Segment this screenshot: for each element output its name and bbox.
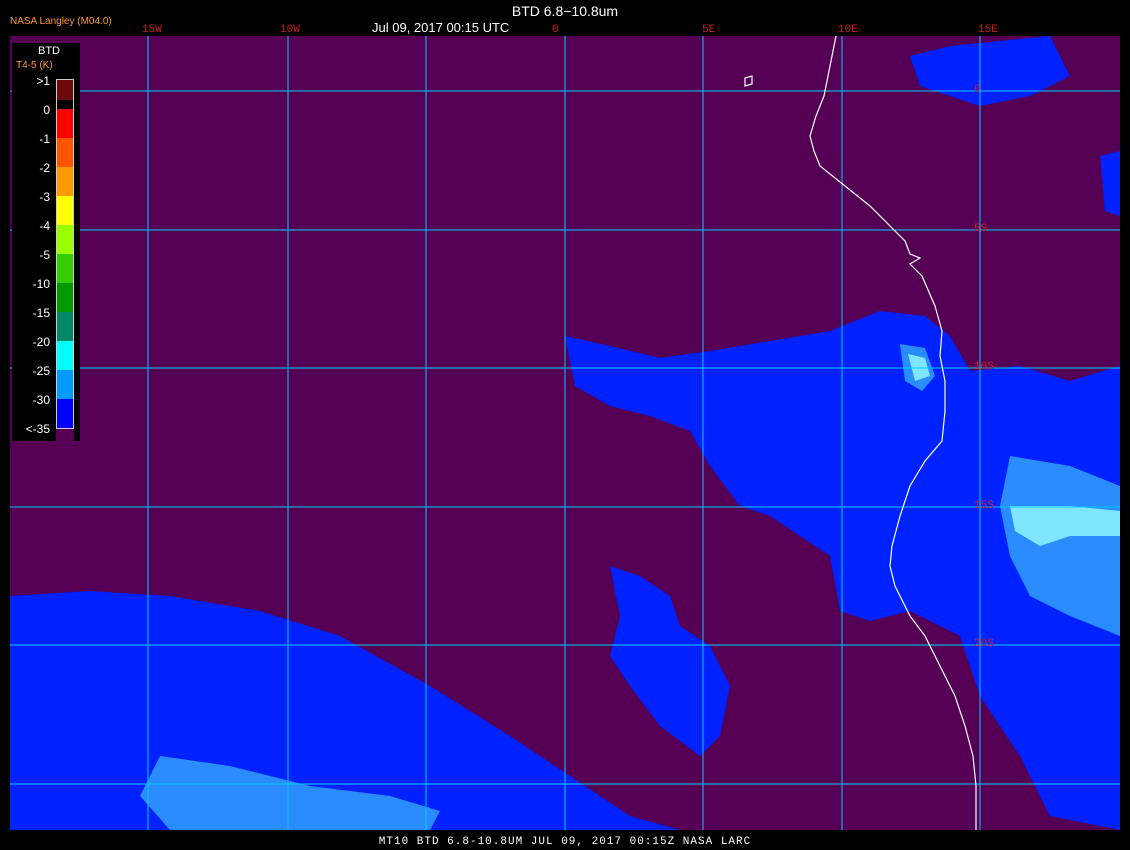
legend-label: -15 bbox=[32, 306, 50, 320]
legend-label: -20 bbox=[32, 335, 50, 349]
timestamp: Jul 09, 2017 00:15 UTC bbox=[372, 20, 510, 35]
color-legend: BTD T4-5 (K) >1 0 -1 -2 -3 -4 -5 -10 -15 -20 -25 -3… bbox=[12, 43, 80, 457]
legend-label: >1 bbox=[36, 74, 50, 88]
longitude-label: 0 bbox=[552, 24, 559, 36]
legend-label: -3 bbox=[39, 190, 50, 204]
longitude-label: 10E bbox=[838, 24, 858, 36]
legend-label: 0 bbox=[43, 103, 50, 117]
legend-label: <-35 bbox=[25, 422, 50, 436]
latitude-label: 0 bbox=[974, 84, 981, 96]
latitude-label: 20S bbox=[974, 638, 994, 650]
longitude-label: 5E bbox=[702, 24, 716, 36]
legend-subtitle: T4-5 (K) bbox=[16, 60, 53, 71]
legend-label: -25 bbox=[32, 364, 50, 378]
product-title: BTD 6.8−10.8um bbox=[511, 3, 619, 19]
legend-label: -30 bbox=[32, 393, 50, 407]
legend-title: BTD bbox=[38, 45, 60, 57]
legend-label: -10 bbox=[32, 277, 50, 291]
satellite-map bbox=[10, 36, 1120, 830]
footer-caption: MT10 BTD 6.8-10.8UM JUL 09, 2017 00:15Z … bbox=[378, 836, 752, 848]
latitude-label: 15S bbox=[974, 500, 994, 512]
longitude-label: 15W bbox=[142, 24, 162, 36]
legend-swatch-frame bbox=[56, 79, 74, 429]
legend-label: -4 bbox=[39, 219, 50, 233]
latitude-label: 10S bbox=[974, 361, 994, 373]
legend-label: -2 bbox=[39, 161, 50, 175]
latitude-label: 5S bbox=[974, 223, 988, 235]
legend-swatch bbox=[56, 428, 74, 457]
longitude-label: 15E bbox=[978, 24, 998, 36]
legend-label: -5 bbox=[39, 248, 50, 262]
longitude-label: 10W bbox=[280, 24, 300, 36]
legend-label: -1 bbox=[39, 132, 50, 146]
